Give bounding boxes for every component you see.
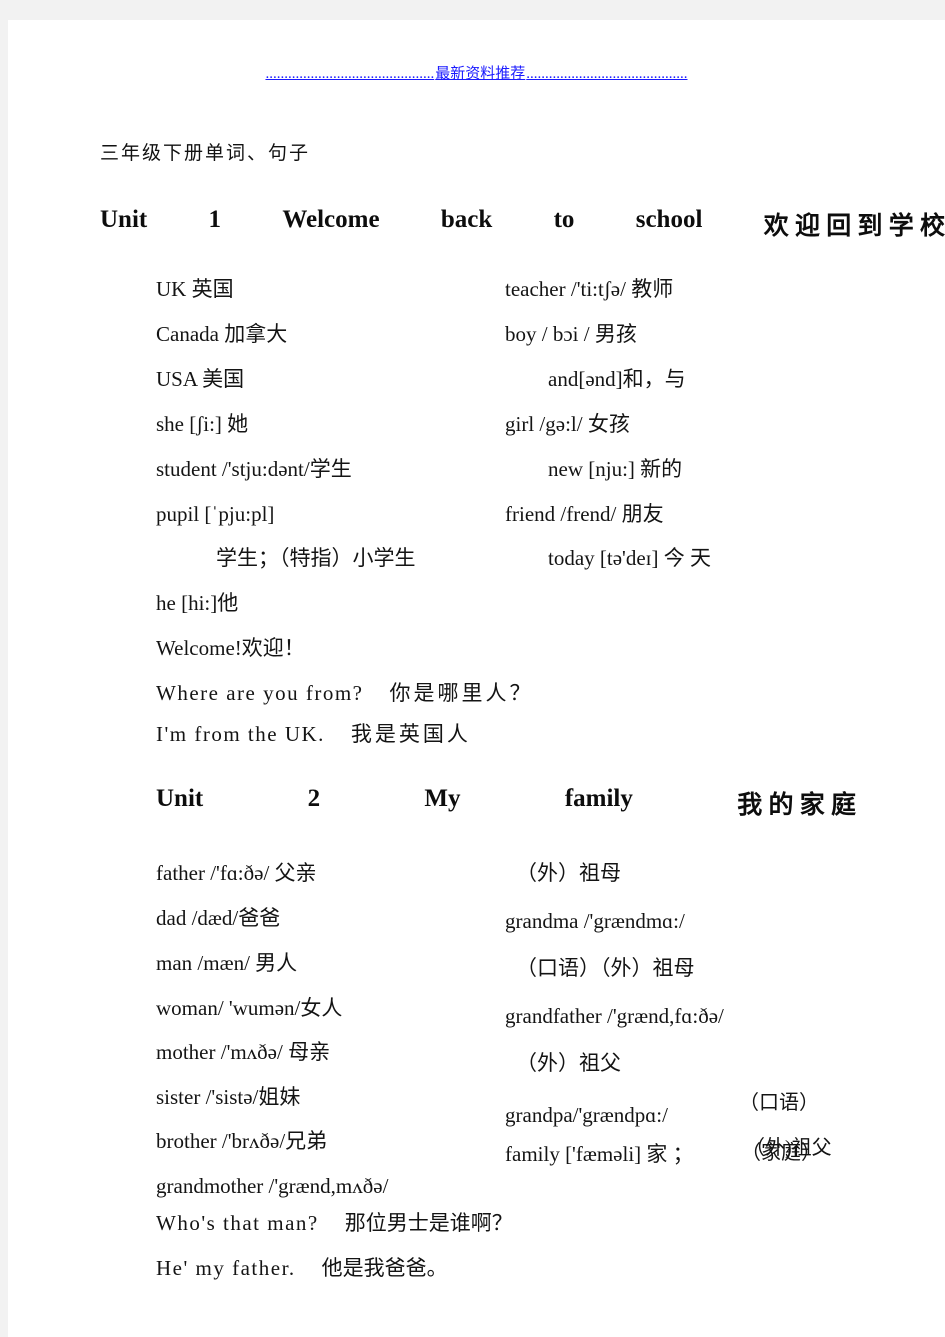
vocab-item: new [nju:] 新的: [548, 457, 683, 481]
vocab-item: grandfather /'grænd,fɑ:ðə/: [505, 1004, 724, 1028]
vocab-item: Welcome!欢迎！: [156, 636, 305, 660]
vocab-item: girl /gə:l/ 女孩: [505, 412, 630, 436]
vocab-item: （外）祖父: [516, 1051, 621, 1075]
vocab-item: today [tə'deɪ] 今 天: [548, 546, 711, 570]
vocab-item: he [hi:]他: [156, 591, 239, 615]
sentence-chinese: 他是我爸爸。: [321, 1256, 448, 1280]
vocab-item: teacher /'ti:tʃə/ 教师: [505, 277, 674, 301]
vocab-item: pupil [ˈpju:pl]: [156, 502, 275, 526]
sentence-row: Who's that man? 那位男士是谁啊？: [156, 1212, 513, 1234]
unit-1-title-chinese: 欢 迎 回 到 学 校: [763, 213, 945, 240]
vocab-item: man /mæn/ 男人: [156, 951, 298, 975]
vocab-item: （口语）（外）祖母: [516, 956, 695, 980]
unit-1-title-back: back: [440, 206, 493, 233]
vocab-item: UK 英国: [156, 277, 234, 301]
vocab-item: grandma /'grændmɑ:/: [505, 909, 685, 933]
unit-1-title-school: school: [635, 206, 703, 233]
vocab-item: boy / bɔi / 男孩: [505, 322, 637, 346]
sentence-row: He' my father. 他是我爸爸。: [156, 1257, 448, 1279]
page-header-watermark: ........................................…: [8, 64, 945, 84]
vocab-item: Canada 加拿大: [156, 322, 288, 346]
sentence-english: Where are you from?: [156, 681, 364, 705]
vocab-item: and[ənd]和，与: [548, 367, 686, 391]
vocab-item: brother /'brʌðə/兄弟: [156, 1129, 328, 1153]
unit-1-heading: Unit 1 Welcome back to school 欢 迎 回 到 学 …: [100, 206, 945, 242]
unit-2-title-chinese: 我 的 家 庭: [737, 792, 856, 819]
unit-1-title-to: to: [553, 206, 575, 233]
unit-2-title-family: family: [564, 785, 633, 812]
sentence-chinese: 我是英国人: [350, 722, 471, 746]
family-chinese-overlap: （家庭）: [741, 1142, 821, 1164]
header-watermark-text: 最新资料推荐: [435, 66, 526, 82]
sentence-chinese: 那位男士是谁啊？: [344, 1211, 513, 1235]
unit-2-title-my: My: [424, 785, 461, 812]
vocab-item: student /'stju:dənt/学生: [156, 457, 352, 481]
sentence-english: I'm from the UK.: [156, 722, 325, 746]
unit-2-heading: Unit 2 My family 我 的 家 庭: [156, 785, 856, 821]
sentence-chinese: 你是哪里人？: [389, 681, 534, 705]
unit-1-title-welcome: Welcome: [282, 206, 380, 233]
unit-2-label: Unit: [156, 785, 204, 812]
spoken-annotation: （口语）: [739, 1092, 819, 1114]
sentence-english: He' my father.: [156, 1256, 296, 1280]
vocab-item: grandpa/'grændpɑ:/: [505, 1103, 668, 1127]
vocab-item: sister /'sistə/姐妹: [156, 1085, 301, 1109]
sentence-row: I'm from the UK. 我是英国人: [156, 723, 471, 745]
vocab-item: she [ʃi:] 她: [156, 412, 249, 436]
document-page: ........................................…: [8, 20, 945, 1337]
vocab-item: dad /dæd/爸爸: [156, 906, 281, 930]
document-title: 三年级下册单词、句子: [100, 143, 311, 164]
vocab-item: （外）祖母: [516, 861, 621, 885]
unit-1-label: Unit: [100, 206, 148, 233]
vocab-item: mother /'mʌðə/ 母亲: [156, 1040, 331, 1064]
header-dots-left: ........................................…: [265, 66, 435, 82]
unit-2-number: 2: [307, 785, 321, 812]
vocab-item: grandmother /'grænd,mʌðə/: [156, 1174, 389, 1198]
vocab-item: family ['fæməli] 家 ；: [505, 1142, 694, 1166]
vocab-item: 学生；（特指）小学生: [216, 546, 416, 570]
vocab-item: friend /frend/ 朋友: [505, 502, 664, 526]
sentence-english: Who's that man?: [156, 1211, 319, 1235]
unit-1-number: 1: [208, 206, 222, 233]
vocab-item: father /'fɑ:ðə/ 父亲: [156, 861, 317, 885]
sentence-row: Where are you from? 你是哪里人？: [156, 682, 533, 704]
vocab-item: woman/ 'wumən/女人: [156, 996, 343, 1020]
header-dots-right: ........................................…: [526, 66, 688, 82]
vocab-item: USA 美国: [156, 367, 245, 391]
